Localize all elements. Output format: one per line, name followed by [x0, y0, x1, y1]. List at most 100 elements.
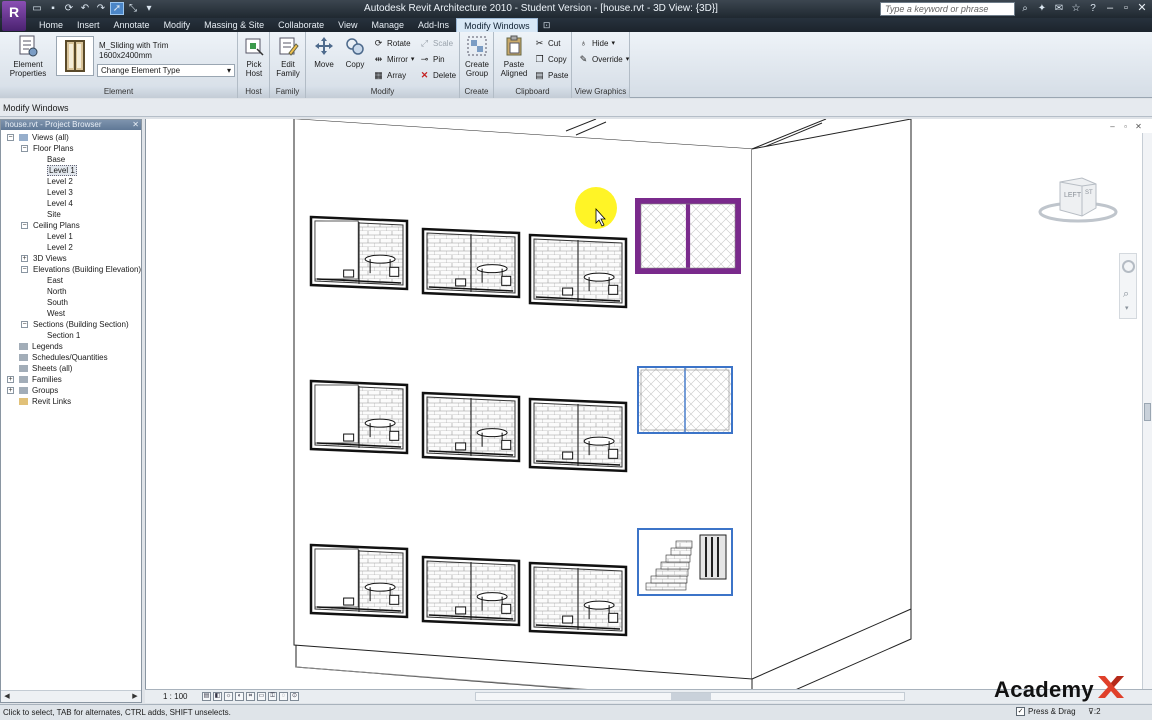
view-cube-face-right[interactable]: ST — [1085, 190, 1093, 196]
view-cube[interactable]: LEFT ST — [1038, 174, 1120, 224]
tab-annotate[interactable]: Annotate — [107, 18, 157, 32]
crop-view-icon[interactable]: ⌗ — [246, 692, 255, 701]
tree-item[interactable]: − Views (all) — [1, 132, 141, 143]
paste-aligned-button[interactable]: Paste Aligned — [498, 34, 530, 78]
restore-icon[interactable]: ▫ — [1118, 1, 1134, 16]
tab-manage[interactable]: Manage — [365, 18, 412, 32]
close-icon[interactable]: ✕ — [1134, 1, 1150, 16]
selection-filter[interactable]: ⊽:2 — [1088, 707, 1101, 716]
steering-wheel-icon[interactable] — [1122, 260, 1135, 273]
cut-button[interactable]: ✂ Cut — [534, 36, 561, 50]
collapse-icon[interactable]: − — [21, 321, 28, 328]
minimize-icon[interactable]: – — [1102, 1, 1118, 16]
view-vertical-scrollbar[interactable] — [1142, 133, 1152, 689]
show-crop-region-icon[interactable]: ▭ — [257, 692, 266, 701]
tree-item[interactable]: Level 3 — [1, 187, 141, 198]
tab-modify-windows[interactable]: Modify Windows — [456, 18, 538, 32]
tree-item[interactable]: + Groups — [1, 385, 141, 396]
window[interactable] — [421, 555, 521, 627]
binoculars-icon[interactable]: ⌕ — [1018, 2, 1032, 15]
communication-icon[interactable]: ✉ — [1052, 2, 1066, 15]
sun-path-icon[interactable]: ☼ — [224, 692, 233, 701]
collapse-icon[interactable]: − — [7, 134, 14, 141]
3d-view-canvas[interactable]: – ▫ ✕ LEFT ST ⌕ ▾ — [145, 119, 1152, 689]
nav-dropdown-icon[interactable]: ▾ — [1125, 304, 1129, 312]
help-icon[interactable]: ? — [1086, 2, 1100, 15]
view-scroll-thumb[interactable] — [1144, 403, 1151, 421]
tree-item[interactable]: West — [1, 308, 141, 319]
tree-item[interactable]: Revit Links — [1, 396, 141, 407]
hide-button[interactable]: ♁ Hide ▾ — [578, 36, 615, 50]
tree-item[interactable]: South — [1, 297, 141, 308]
window[interactable] — [309, 215, 409, 291]
detail-level-icon[interactable]: ▤ — [202, 692, 211, 701]
view-cube-face-left[interactable]: LEFT — [1064, 192, 1081, 199]
edit-family-button[interactable]: Edit Family — [274, 34, 302, 78]
tree-item[interactable]: Base — [1, 154, 141, 165]
tree-item[interactable]: East — [1, 275, 141, 286]
close-icon[interactable]: ✕ — [132, 120, 139, 130]
subscription-icon[interactable]: ✦ — [1035, 2, 1049, 15]
view-horizontal-scrollbar[interactable] — [475, 692, 905, 701]
selected-window[interactable] — [635, 198, 741, 274]
tab-modify[interactable]: Modify — [157, 18, 198, 32]
tab-massing-site[interactable]: Massing & Site — [197, 18, 271, 32]
tree-item[interactable]: Legends — [1, 341, 141, 352]
window[interactable] — [309, 543, 409, 619]
application-menu-button[interactable]: R — [2, 1, 26, 31]
tree-item[interactable]: Site — [1, 209, 141, 220]
window[interactable] — [528, 561, 628, 637]
collapse-icon[interactable]: − — [21, 222, 28, 229]
tree-item[interactable]: North — [1, 286, 141, 297]
array-button[interactable]: ▦ Array — [373, 68, 406, 82]
tree-item[interactable]: Level 1 — [1, 165, 141, 176]
tab-add-ins[interactable]: Add-Ins — [411, 18, 456, 32]
tree-item[interactable]: − Ceiling Plans — [1, 220, 141, 231]
copy-button[interactable]: Copy — [342, 34, 368, 69]
minimize-ribbon-icon[interactable]: ⊡ — [538, 18, 556, 32]
window[interactable] — [421, 391, 521, 463]
create-group-button[interactable]: Create Group — [463, 34, 491, 78]
clipboard-copy-button[interactable]: ❐ Copy — [534, 52, 566, 66]
expand-icon[interactable]: + — [7, 376, 14, 383]
tree-item[interactable]: Level 1 — [1, 231, 141, 242]
favorites-icon[interactable]: ☆ — [1069, 2, 1083, 15]
pin-button[interactable]: ⊸ Pin — [419, 52, 445, 66]
view-scale[interactable]: 1 : 100 — [163, 692, 187, 701]
tab-collaborate[interactable]: Collaborate — [271, 18, 331, 32]
collapse-icon[interactable]: − — [21, 145, 28, 152]
tree-item[interactable]: − Floor Plans — [1, 143, 141, 154]
press-drag-option[interactable]: ✓ Press & Drag — [1016, 707, 1076, 716]
window[interactable] — [528, 397, 628, 473]
press-drag-checkbox[interactable]: ✓ — [1016, 707, 1025, 716]
change-element-type-dropdown[interactable]: Change Element Type ▾ — [97, 64, 235, 77]
scale-button[interactable]: ⤢ Scale — [419, 36, 453, 50]
scroll-right-icon[interactable]: ▶ — [131, 693, 139, 701]
reveal-hidden-icon[interactable]: ⊙ — [290, 692, 299, 701]
element-properties-button[interactable]: Element Properties — [6, 34, 50, 78]
shadows-icon[interactable]: ◐ — [235, 692, 244, 701]
override-button[interactable]: ✎ Override ▾ — [578, 52, 629, 66]
tab-insert[interactable]: Insert — [70, 18, 107, 32]
pick-host-button[interactable]: Pick Host — [240, 34, 268, 78]
tree-item[interactable]: Schedules/Quantities — [1, 352, 141, 363]
view-hscroll-thumb[interactable] — [671, 693, 711, 700]
tree-item[interactable]: Sheets (all) — [1, 363, 141, 374]
expand-icon[interactable]: + — [21, 255, 28, 262]
selected-window[interactable] — [637, 366, 733, 434]
temporary-hide-icon[interactable]: ◌ — [279, 692, 288, 701]
tab-view[interactable]: View — [331, 18, 364, 32]
scroll-left-icon[interactable]: ◀ — [3, 693, 11, 701]
window[interactable] — [421, 227, 521, 299]
rotate-button[interactable]: ⟳ Rotate — [373, 36, 411, 50]
zoom-icon[interactable]: ⌕ — [1123, 288, 1129, 301]
help-search-input[interactable]: Type a keyword or phrase — [880, 2, 1015, 16]
stair-window[interactable] — [637, 528, 733, 596]
tree-item[interactable]: +3D Views — [1, 253, 141, 264]
collapse-icon[interactable]: − — [21, 266, 28, 273]
project-browser-scrollbar[interactable]: ◀ ▶ — [1, 690, 141, 702]
tree-item[interactable]: Section 1 — [1, 330, 141, 341]
window[interactable] — [528, 233, 628, 309]
tree-item[interactable]: + Families — [1, 374, 141, 385]
mirror-button[interactable]: ⇹ Mirror ▾ — [373, 52, 415, 66]
